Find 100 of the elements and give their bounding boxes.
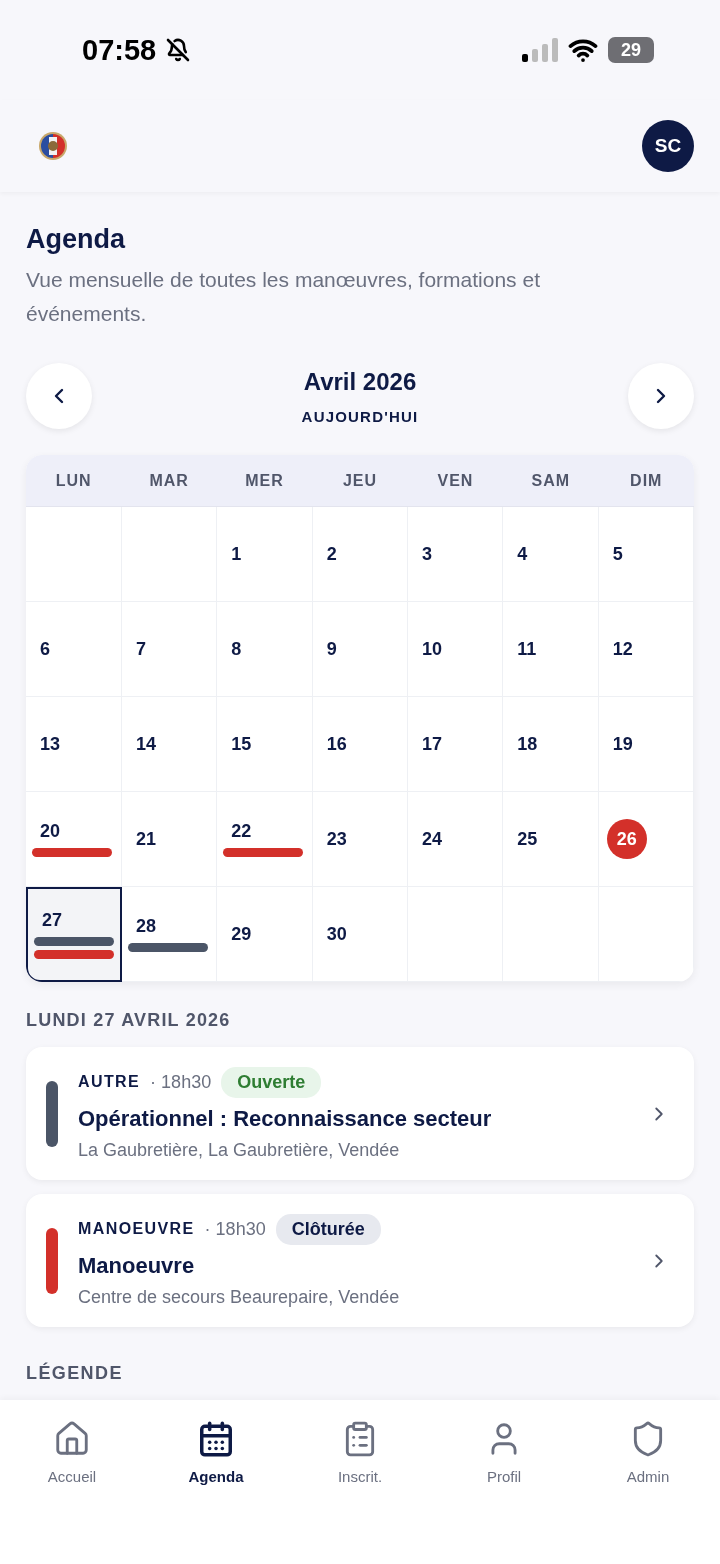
weekday-label: SAM (530, 471, 572, 490)
calendar-day[interactable]: 6 (26, 602, 122, 697)
weekday-label: MER (244, 471, 285, 490)
day-number: 28 (136, 916, 157, 937)
event-category: AUTRE (78, 1073, 141, 1091)
calendar-day[interactable]: 29 (217, 887, 313, 982)
status-badge: Clôturée (275, 1213, 381, 1245)
nav-tab[interactable]: Admin (576, 1420, 720, 1485)
day-number: 19 (612, 733, 633, 755)
month-title: Avril 2026 (303, 367, 417, 396)
day-number: 5 (612, 543, 623, 565)
calendar-day[interactable]: 3 (408, 507, 504, 602)
today-button[interactable]: AUJOURD'HUI (301, 407, 419, 425)
weekday-label: DIM (629, 471, 664, 490)
day-number: 18 (517, 733, 538, 755)
day-number: 15 (231, 733, 252, 755)
calendar-day[interactable]: 8 (217, 602, 313, 697)
weekday-label: JEU (341, 471, 379, 490)
event-category: MANOEUVRE (78, 1220, 195, 1238)
today-marker: 26 (606, 819, 647, 859)
day-number: 29 (231, 923, 252, 945)
user-avatar[interactable]: SC (642, 120, 694, 172)
event-card[interactable]: AUTRE · 18h30 Ouverte Opérationnel : Reconnaissance secteur La Gaubretière, La Gaubretière, Vendée (26, 1047, 694, 1180)
event-place: Centre de secours Beaurepaire, Vendée (78, 1286, 401, 1308)
signal-icon (522, 38, 558, 62)
status-badge: Ouverte (221, 1066, 322, 1098)
day-number: 16 (326, 733, 347, 755)
day-number: 3 (422, 543, 432, 565)
event-place: La Gaubretière, La Gaubretière, Vendée (78, 1139, 401, 1161)
calendar-day[interactable]: 18 (503, 697, 599, 792)
emblem-icon (38, 131, 68, 161)
day-number: 13 (40, 733, 61, 755)
calendar-day[interactable]: 19 (598, 697, 694, 792)
calendar-day[interactable]: 17 (408, 697, 504, 792)
day-number: 4 (517, 543, 528, 565)
event-title: Opérationnel : Reconnaissance secteur (78, 1105, 493, 1132)
day-number: 30 (326, 923, 347, 945)
nav-tab[interactable]: Profil (432, 1420, 576, 1485)
calendar-day[interactable]: 25 (503, 792, 599, 887)
day-number: 9 (326, 638, 337, 660)
day-number: 21 (136, 828, 157, 850)
next-month-button[interactable] (628, 363, 694, 429)
weekday-label: VEN (436, 471, 475, 490)
calendar-day[interactable]: 30 (312, 887, 408, 982)
calendar-day[interactable]: 23 (312, 792, 408, 887)
calendar-day[interactable]: 9 (312, 602, 408, 697)
day-number: 25 (517, 828, 538, 850)
day-number: 1 (231, 543, 242, 565)
calendar-day[interactable]: 2 (312, 507, 408, 602)
calendar-day[interactable]: 15 (217, 697, 313, 792)
day-number: 12 (612, 638, 633, 660)
day-number: 7 (136, 638, 146, 660)
legend-heading: LÉGENDE (26, 1363, 124, 1384)
event-card[interactable]: MANOEUVRE · 18h30 Clôturée Manoeuvre Centre de secours Beaurepaire, Vendée (26, 1194, 694, 1327)
calendar-day[interactable]: 28 (122, 887, 218, 982)
day-number: 6 (40, 638, 50, 660)
calendar-day[interactable]: 5 (598, 507, 694, 602)
calendar-day[interactable]: 10 (408, 602, 504, 697)
calendar-day[interactable]: 22 (217, 792, 313, 887)
home-icon (53, 1420, 91, 1458)
day-number: 8 (231, 638, 242, 660)
day-number: 22 (231, 821, 252, 842)
nav-tab[interactable]: Accueil (0, 1420, 144, 1485)
nav-tab[interactable]: Inscrit. (288, 1420, 432, 1485)
calendar-day[interactable]: 14 (122, 697, 218, 792)
nav-tab[interactable]: Agenda (144, 1420, 288, 1485)
day-number: 17 (422, 733, 443, 755)
calendar-day[interactable]: 20 (26, 792, 122, 887)
weekday-label: MAR (148, 471, 190, 490)
calendar-day[interactable]: 1 (217, 507, 313, 602)
weekday-label: LUN (54, 471, 93, 490)
calendar-day[interactable]: 12 (598, 602, 694, 697)
event-title: Manoeuvre (78, 1252, 196, 1279)
bell-off-icon (166, 38, 191, 62)
calendar-day[interactable]: 24 (408, 792, 504, 887)
calendar-icon (197, 1420, 235, 1458)
day-number: 14 (136, 733, 157, 755)
day-number: 11 (517, 638, 537, 660)
status-time: 07:58 (82, 33, 157, 67)
calendar-day[interactable]: 11 (503, 602, 599, 697)
event-time: · 18h30 (150, 1071, 212, 1093)
day-number: 10 (422, 638, 443, 660)
day-number: 27 (42, 910, 63, 931)
calendar-day[interactable]: 26 (598, 792, 694, 887)
day-number: 23 (326, 828, 347, 850)
page-subtitle: Vue mensuelle de toutes les manœuvres, formations et événements. (26, 267, 541, 327)
day-number: 2 (326, 543, 337, 565)
calendar-day[interactable]: 16 (312, 697, 408, 792)
calendar-day[interactable]: 13 (26, 697, 122, 792)
calendar-day[interactable]: 21 (122, 792, 218, 887)
page-title: Agenda (26, 224, 127, 255)
day-number: 20 (40, 821, 61, 842)
event-time: · 18h30 (204, 1218, 266, 1240)
previous-month-button[interactable] (26, 363, 92, 429)
day-number: 24 (422, 828, 443, 850)
calendar-day[interactable]: 27 (26, 887, 122, 982)
calendar-day[interactable]: 4 (503, 507, 599, 602)
battery-level: 29 (608, 37, 654, 63)
calendar-day[interactable]: 7 (122, 602, 218, 697)
selected-day-heading: LUNDI 27 AVRIL 2026 (26, 1010, 232, 1031)
